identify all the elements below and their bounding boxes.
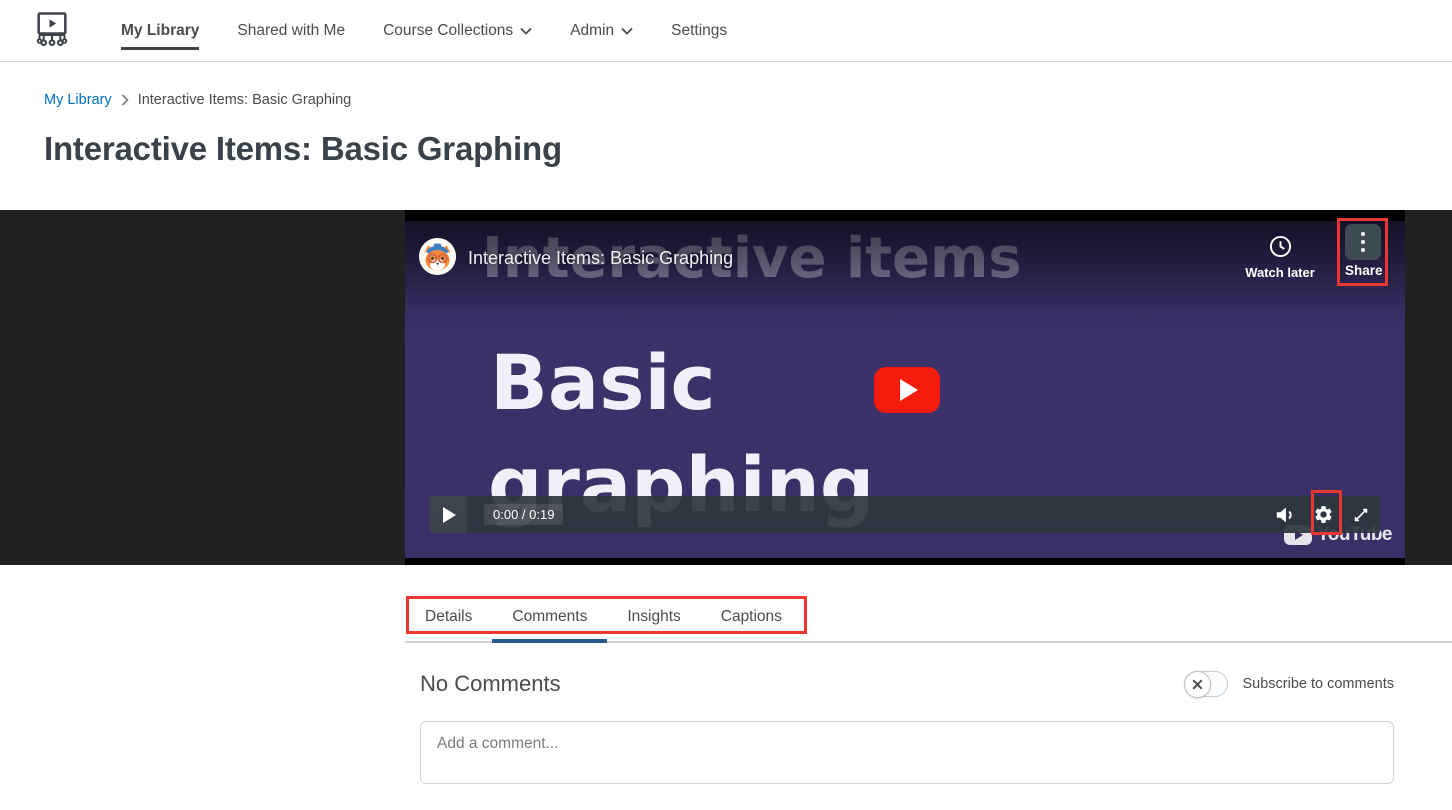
- nav-items: My Library Shared with Me Course Collect…: [121, 0, 727, 61]
- comments-section: No Comments Subscribe to comments: [420, 671, 1394, 789]
- clock-icon: [1269, 235, 1292, 258]
- nav-item-course-collections[interactable]: Course Collections: [383, 0, 532, 61]
- subscribe-to-comments: Subscribe to comments: [1184, 671, 1394, 697]
- nav-item-label: Admin: [570, 22, 614, 40]
- breadcrumb-link-my-library[interactable]: My Library: [44, 92, 112, 108]
- tab-label: Details: [425, 608, 472, 625]
- volume-button[interactable]: [1274, 504, 1296, 526]
- video-player[interactable]: Interactive items Basic graphing YouTube: [405, 221, 1405, 558]
- share-label: Share: [1345, 263, 1381, 278]
- channel-avatar[interactable]: [419, 238, 456, 275]
- content-tabs: Details Comments Insights Captions: [405, 595, 1452, 641]
- nav-item-label: Settings: [671, 22, 727, 40]
- nav-item-shared-with-me[interactable]: Shared with Me: [237, 0, 345, 61]
- nav-item-label: My Library: [121, 22, 199, 40]
- tab-label: Insights: [627, 608, 680, 625]
- page-title: Interactive Items: Basic Graphing: [44, 130, 1452, 168]
- nav-item-my-library[interactable]: My Library: [121, 0, 199, 61]
- watch-later-label: Watch later: [1240, 265, 1320, 280]
- video-theater-strip: Interactive items Basic graphing YouTube: [0, 210, 1452, 565]
- chevron-down-icon: [520, 27, 532, 35]
- avatar-cat-illustration: [419, 238, 456, 275]
- no-comments-heading: No Comments: [420, 671, 561, 697]
- tab-captions[interactable]: Captions: [701, 595, 802, 641]
- nav-item-admin[interactable]: Admin: [570, 0, 633, 61]
- chevron-down-icon: [621, 27, 633, 35]
- play-button[interactable]: [430, 496, 467, 533]
- watch-later-button[interactable]: Watch later: [1240, 235, 1320, 280]
- breadcrumb: My Library Interactive Items: Basic Grap…: [44, 92, 1452, 108]
- nav-item-label: Shared with Me: [237, 22, 345, 40]
- fullscreen-icon: [1351, 505, 1371, 525]
- play-icon: [443, 507, 456, 523]
- top-navigation: My Library Shared with Me Course Collect…: [0, 0, 1452, 62]
- tab-label: Comments: [512, 608, 587, 625]
- share-button[interactable]: Share: [1345, 224, 1381, 278]
- nav-item-settings[interactable]: Settings: [671, 0, 727, 61]
- chevron-right-icon: [121, 94, 129, 106]
- settings-button[interactable]: [1312, 504, 1334, 526]
- video-overlay-title[interactable]: Interactive Items: Basic Graphing: [468, 248, 733, 269]
- tab-label: Captions: [721, 608, 782, 625]
- add-comment-input[interactable]: [420, 721, 1394, 784]
- settings-gear-icon: [1313, 504, 1334, 525]
- youtube-play-icon: [900, 379, 918, 401]
- subscribe-label: Subscribe to comments: [1242, 676, 1394, 692]
- nav-item-label: Course Collections: [383, 22, 513, 40]
- youtube-embed-player: Interactive items Basic graphing YouTube: [405, 210, 1405, 565]
- player-control-bar: 0:00 / 0:19: [430, 496, 1380, 533]
- volume-icon: [1274, 504, 1296, 526]
- time-display: 0:00 / 0:19: [484, 504, 563, 525]
- x-icon: [1192, 679, 1203, 690]
- fullscreen-button[interactable]: [1350, 504, 1372, 526]
- video-frame-text-line2: Basic: [490, 345, 716, 421]
- media-library-logo[interactable]: [32, 9, 72, 53]
- youtube-play-button[interactable]: [874, 367, 940, 413]
- tab-insights[interactable]: Insights: [607, 595, 700, 641]
- content-tabs-bar: Details Comments Insights Captions: [405, 595, 1452, 643]
- tab-details[interactable]: Details: [405, 595, 492, 641]
- kebab-menu-icon: [1345, 224, 1381, 260]
- tab-comments[interactable]: Comments: [492, 595, 607, 641]
- subscribe-toggle[interactable]: [1184, 671, 1228, 697]
- toggle-knob: [1184, 671, 1211, 698]
- media-library-logo-icon: [32, 9, 72, 53]
- breadcrumb-current: Interactive Items: Basic Graphing: [138, 92, 352, 108]
